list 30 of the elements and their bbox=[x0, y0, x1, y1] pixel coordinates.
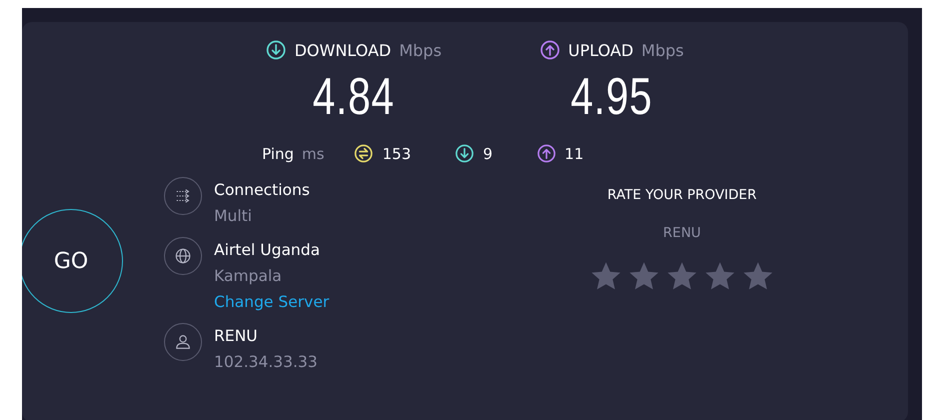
ping-value: 9 bbox=[483, 144, 493, 162]
go-button[interactable]: GO bbox=[22, 209, 123, 313]
exchange-icon bbox=[354, 144, 374, 163]
star-icon[interactable] bbox=[590, 261, 622, 291]
speed-label: DOWNLOAD bbox=[294, 40, 392, 60]
speed-value: 4.95 bbox=[570, 67, 654, 128]
info-title: Airtel Uganda bbox=[214, 241, 321, 259]
ping-value: 153 bbox=[382, 144, 411, 162]
info-subtitle: Multi bbox=[214, 207, 253, 225]
star-icon[interactable] bbox=[742, 261, 774, 291]
info-title: RENU bbox=[214, 327, 259, 345]
ping-value: 11 bbox=[564, 144, 584, 162]
star-icon[interactable] bbox=[666, 261, 698, 291]
speed-unit: Mbps bbox=[399, 40, 442, 60]
star-icon[interactable] bbox=[704, 261, 736, 291]
speed-label: UPLOAD bbox=[568, 40, 634, 60]
connections-icon bbox=[174, 187, 192, 205]
speed-value: 4.84 bbox=[312, 67, 396, 128]
speed-unit: Mbps bbox=[641, 40, 684, 60]
ping-label: Ping bbox=[262, 144, 294, 162]
info-subtitle: Kampala bbox=[214, 267, 283, 285]
change-server-link[interactable]: Change Server bbox=[214, 293, 330, 311]
globe-icon bbox=[174, 247, 192, 265]
user-icon bbox=[174, 333, 192, 351]
provider-name: RENU bbox=[663, 225, 701, 241]
rating-title: RATE YOUR PROVIDER bbox=[607, 187, 757, 203]
star-icon[interactable] bbox=[628, 261, 660, 291]
ping-unit: ms bbox=[302, 144, 324, 162]
info-title: Connections bbox=[214, 181, 310, 199]
info-subtitle: 102.34.33.33 bbox=[214, 353, 318, 371]
